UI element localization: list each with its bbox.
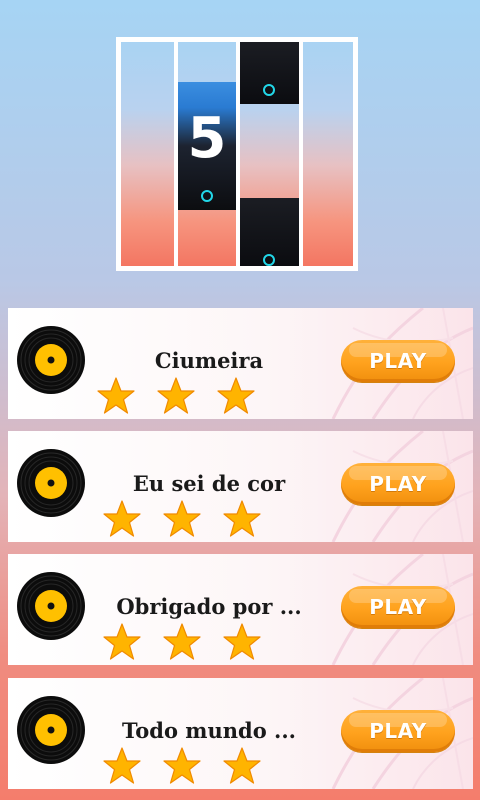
vinyl-record-icon [17, 449, 85, 517]
game-logo: 5 [116, 37, 358, 271]
star-rating [84, 376, 255, 416]
play-button-label: PLAY [369, 719, 427, 743]
star-icon [103, 500, 141, 537]
tile-ring-icon [263, 254, 275, 266]
lane-divider [299, 42, 303, 266]
play-button[interactable]: PLAY [341, 463, 455, 505]
play-button-label: PLAY [369, 472, 427, 496]
blue-tile: 5 [178, 82, 236, 210]
play-button[interactable]: PLAY [341, 710, 455, 752]
song-card: Obrigado por ... PLAY [8, 554, 473, 665]
black-tile [240, 42, 299, 104]
play-button[interactable]: PLAY [341, 340, 455, 382]
tile-ring-icon [201, 190, 213, 202]
star-icon [103, 623, 141, 660]
star-icon [223, 623, 261, 660]
star-rating [84, 746, 261, 786]
star-icon [217, 377, 255, 414]
play-button-label: PLAY [369, 595, 427, 619]
song-title: Obrigado por ... [116, 594, 302, 619]
song-title: Ciumeira [154, 348, 264, 373]
song-card: Todo mundo ... PLAY [8, 678, 473, 789]
black-tile [240, 198, 299, 266]
star-icon [163, 623, 201, 660]
vinyl-record-icon [17, 326, 85, 394]
song-title: Eu sei de cor [132, 471, 286, 496]
vinyl-record-icon [17, 572, 85, 640]
song-card: Ciumeira PLAY [8, 308, 473, 419]
play-button[interactable]: PLAY [341, 586, 455, 628]
star-rating [84, 499, 261, 539]
star-icon [103, 747, 141, 784]
piano-tiles-board: 5 [121, 42, 353, 266]
star-icon [163, 747, 201, 784]
logo-number: 5 [187, 106, 227, 171]
star-icon [157, 377, 195, 414]
vinyl-record-icon [17, 696, 85, 764]
star-icon [163, 500, 201, 537]
tile-ring-icon [263, 84, 275, 96]
star-icon [97, 377, 135, 414]
star-icon [223, 500, 261, 537]
star-icon [223, 747, 261, 784]
song-card: Eu sei de cor PLAY [8, 431, 473, 542]
song-title: Todo mundo ... [122, 718, 296, 743]
play-button-label: PLAY [369, 349, 427, 373]
star-rating [84, 622, 261, 662]
